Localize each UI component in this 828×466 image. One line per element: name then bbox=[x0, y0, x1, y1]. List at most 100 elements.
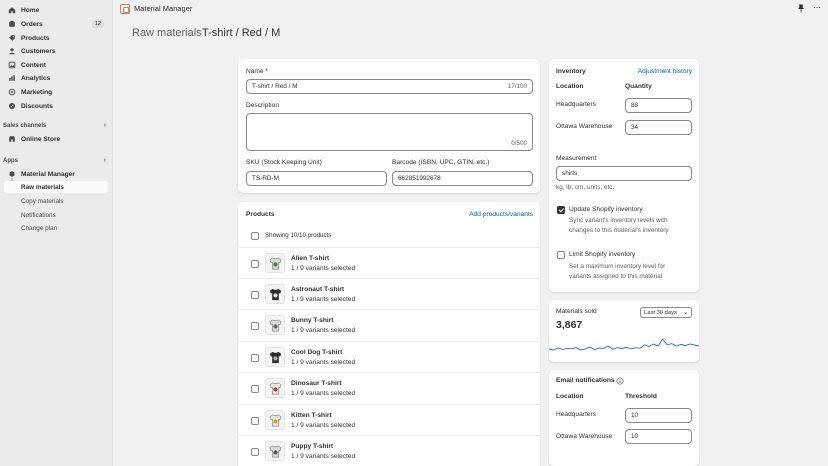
row-checkbox[interactable] bbox=[251, 291, 259, 299]
sidebar-subitem-notifications[interactable]: Notifications bbox=[4, 209, 108, 221]
sidebar-item-analytics[interactable]: Analytics bbox=[4, 72, 108, 84]
threshold-value: 10 bbox=[631, 433, 639, 440]
tshirt-icon bbox=[269, 382, 281, 394]
home-icon bbox=[8, 6, 16, 14]
apps-header[interactable]: Apps › bbox=[3, 157, 109, 164]
sidebar-item-products[interactable]: Products bbox=[4, 32, 108, 44]
details-card: Name * T-shirt / Red / M 17/100 Descript… bbox=[238, 59, 540, 193]
product-name[interactable]: Cool Dog T-shirt bbox=[291, 349, 342, 356]
barcode-value: 662851992678 bbox=[398, 175, 441, 182]
product-name[interactable]: Astronaut T-shirt bbox=[291, 286, 344, 293]
sidebar-item-label: Material Manager bbox=[21, 170, 75, 178]
materials-sold-value: 3,867 bbox=[556, 319, 583, 331]
table-row[interactable]: Bunny T-shirt 1 / 9 variants selected bbox=[238, 309, 540, 340]
period-select[interactable]: Last 30 days ⌄ bbox=[640, 307, 692, 318]
sku-value: TS-RD-M bbox=[252, 175, 279, 182]
sidebar-item-customers[interactable]: Customers bbox=[4, 45, 108, 57]
name-char-count: 17/100 bbox=[507, 83, 527, 90]
app-icon bbox=[8, 170, 16, 178]
location-name: Headquarters bbox=[556, 101, 596, 108]
breadcrumb[interactable]: Raw materials bbox=[132, 27, 202, 39]
sidebar-item-label: Customers bbox=[21, 47, 56, 55]
row-checkbox[interactable] bbox=[251, 448, 259, 456]
sidebar-item-material-manager[interactable]: Material Manager bbox=[4, 168, 108, 180]
sidebar-item-marketing[interactable]: Marketing bbox=[4, 86, 108, 98]
sidebar-item-discounts[interactable]: Discounts bbox=[4, 100, 108, 112]
sales-channels-header[interactable]: Sales channels › bbox=[3, 122, 109, 129]
row-checkbox[interactable] bbox=[251, 417, 259, 425]
row-checkbox[interactable] bbox=[251, 322, 259, 330]
limit-inventory-checkbox[interactable] bbox=[557, 251, 565, 259]
product-thumbnail bbox=[265, 410, 285, 430]
limit-inventory-hint-line2: variants assigned to this material bbox=[569, 273, 663, 280]
pin-icon[interactable] bbox=[797, 4, 805, 13]
update-inventory-checkbox[interactable] bbox=[557, 206, 565, 214]
measurement-input[interactable]: shirts bbox=[556, 166, 692, 181]
table-row[interactable]: Kitten T-shirt 1 / 9 variants selected bbox=[238, 404, 540, 435]
quantity-input[interactable]: 34 bbox=[625, 120, 692, 135]
products-icon bbox=[8, 34, 16, 42]
analytics-icon bbox=[8, 74, 16, 82]
sidebar-item-label: Notifications bbox=[21, 211, 56, 219]
sidebar-item-online-store[interactable]: Online Store bbox=[4, 133, 108, 145]
product-thumbnail bbox=[265, 253, 285, 273]
inventory-card: Inventory Adjustment history Location Qu… bbox=[549, 59, 699, 292]
variant-count: 1 / 9 variants selected bbox=[291, 453, 356, 460]
quantity-input[interactable]: 88 bbox=[625, 98, 692, 113]
row-checkbox[interactable] bbox=[251, 260, 259, 268]
sidebar-item-orders[interactable]: Orders 12 bbox=[4, 18, 108, 30]
info-icon[interactable] bbox=[616, 377, 624, 385]
barcode-field[interactable]: 662851992678 bbox=[392, 171, 533, 186]
product-name[interactable]: Alien T-shirt bbox=[291, 255, 329, 262]
product-thumbnail bbox=[265, 315, 285, 335]
app-topbar: Material Manager ⋯ bbox=[113, 0, 828, 18]
table-row[interactable]: Alien T-shirt 1 / 9 variants selected bbox=[238, 247, 540, 278]
table-row[interactable]: Cool Dog T-shirt 1 / 9 variants selected bbox=[238, 341, 540, 372]
select-all-checkbox[interactable] bbox=[251, 232, 259, 240]
threshold-input[interactable]: 10 bbox=[625, 429, 692, 444]
sku-field[interactable]: TS-RD-M bbox=[246, 171, 387, 186]
sidebar-item-label: Analytics bbox=[21, 74, 51, 82]
product-name[interactable]: Puppy T-shirt bbox=[291, 443, 333, 450]
quantity-value: 88 bbox=[631, 102, 639, 109]
add-products-link[interactable]: Add products/variants bbox=[469, 211, 533, 218]
sidebar-item-label: Products bbox=[21, 34, 50, 42]
table-row[interactable]: Dinosaur T-shirt 1 / 9 variants selected bbox=[238, 372, 540, 403]
row-checkbox[interactable] bbox=[251, 385, 259, 393]
name-field[interactable]: T-shirt / Red / M 17/100 bbox=[246, 79, 533, 94]
customers-icon bbox=[8, 47, 16, 55]
threshold-input[interactable]: 10 bbox=[625, 408, 692, 423]
more-actions-icon[interactable]: ⋯ bbox=[813, 3, 821, 12]
product-name[interactable]: Dinosaur T-shirt bbox=[291, 380, 342, 387]
adjustment-history-link[interactable]: Adjustment history bbox=[638, 68, 692, 75]
sidebar-item-label: Change plan bbox=[21, 224, 58, 232]
table-row[interactable]: Puppy T-shirt 1 / 9 variants selected bbox=[238, 435, 540, 466]
inventory-title: Inventory bbox=[556, 68, 586, 75]
sidebar-subitem-change-plan[interactable]: Change plan bbox=[4, 222, 108, 234]
measurement-label: Measurement bbox=[556, 155, 597, 162]
sidebar-item-content[interactable]: Content bbox=[4, 59, 108, 71]
product-thumbnail bbox=[265, 441, 285, 461]
product-name[interactable]: Bunny T-shirt bbox=[291, 317, 334, 324]
materials-sold-card: Materials sold 3,867 Last 30 days ⌄ bbox=[549, 300, 699, 362]
showing-count: Showing 10/10 products bbox=[265, 232, 332, 239]
product-name[interactable]: Kitten T-shirt bbox=[291, 412, 332, 419]
name-value: T-shirt / Red / M bbox=[252, 83, 298, 90]
sidebar-item-home[interactable]: Home bbox=[4, 4, 108, 16]
description-field[interactable]: 0/500 bbox=[246, 113, 533, 151]
table-row[interactable]: Astronaut T-shirt 1 / 9 variants selecte… bbox=[238, 278, 540, 309]
variant-count: 1 / 9 variants selected bbox=[291, 359, 356, 366]
chevron-right-icon: › bbox=[103, 122, 106, 129]
measurement-hint: kg, lb, cm, units, etc. bbox=[556, 184, 615, 191]
update-inventory-label[interactable]: Update Shopify inventory bbox=[569, 206, 643, 213]
location-column-header: Location bbox=[556, 83, 584, 90]
limit-inventory-label[interactable]: Limit Shopify inventory bbox=[569, 251, 635, 258]
row-checkbox[interactable] bbox=[251, 354, 259, 362]
name-label: Name * bbox=[246, 68, 268, 75]
sidebar: Home Orders 12 Products Customers Conten… bbox=[0, 0, 113, 466]
product-thumbnail bbox=[265, 284, 285, 304]
sidebar-item-label: Discounts bbox=[21, 102, 53, 110]
sidebar-subitem-raw-materials[interactable]: Raw materials bbox=[4, 181, 108, 193]
discounts-icon bbox=[8, 102, 16, 110]
sidebar-subitem-copy-materials[interactable]: Copy materials bbox=[4, 195, 108, 207]
